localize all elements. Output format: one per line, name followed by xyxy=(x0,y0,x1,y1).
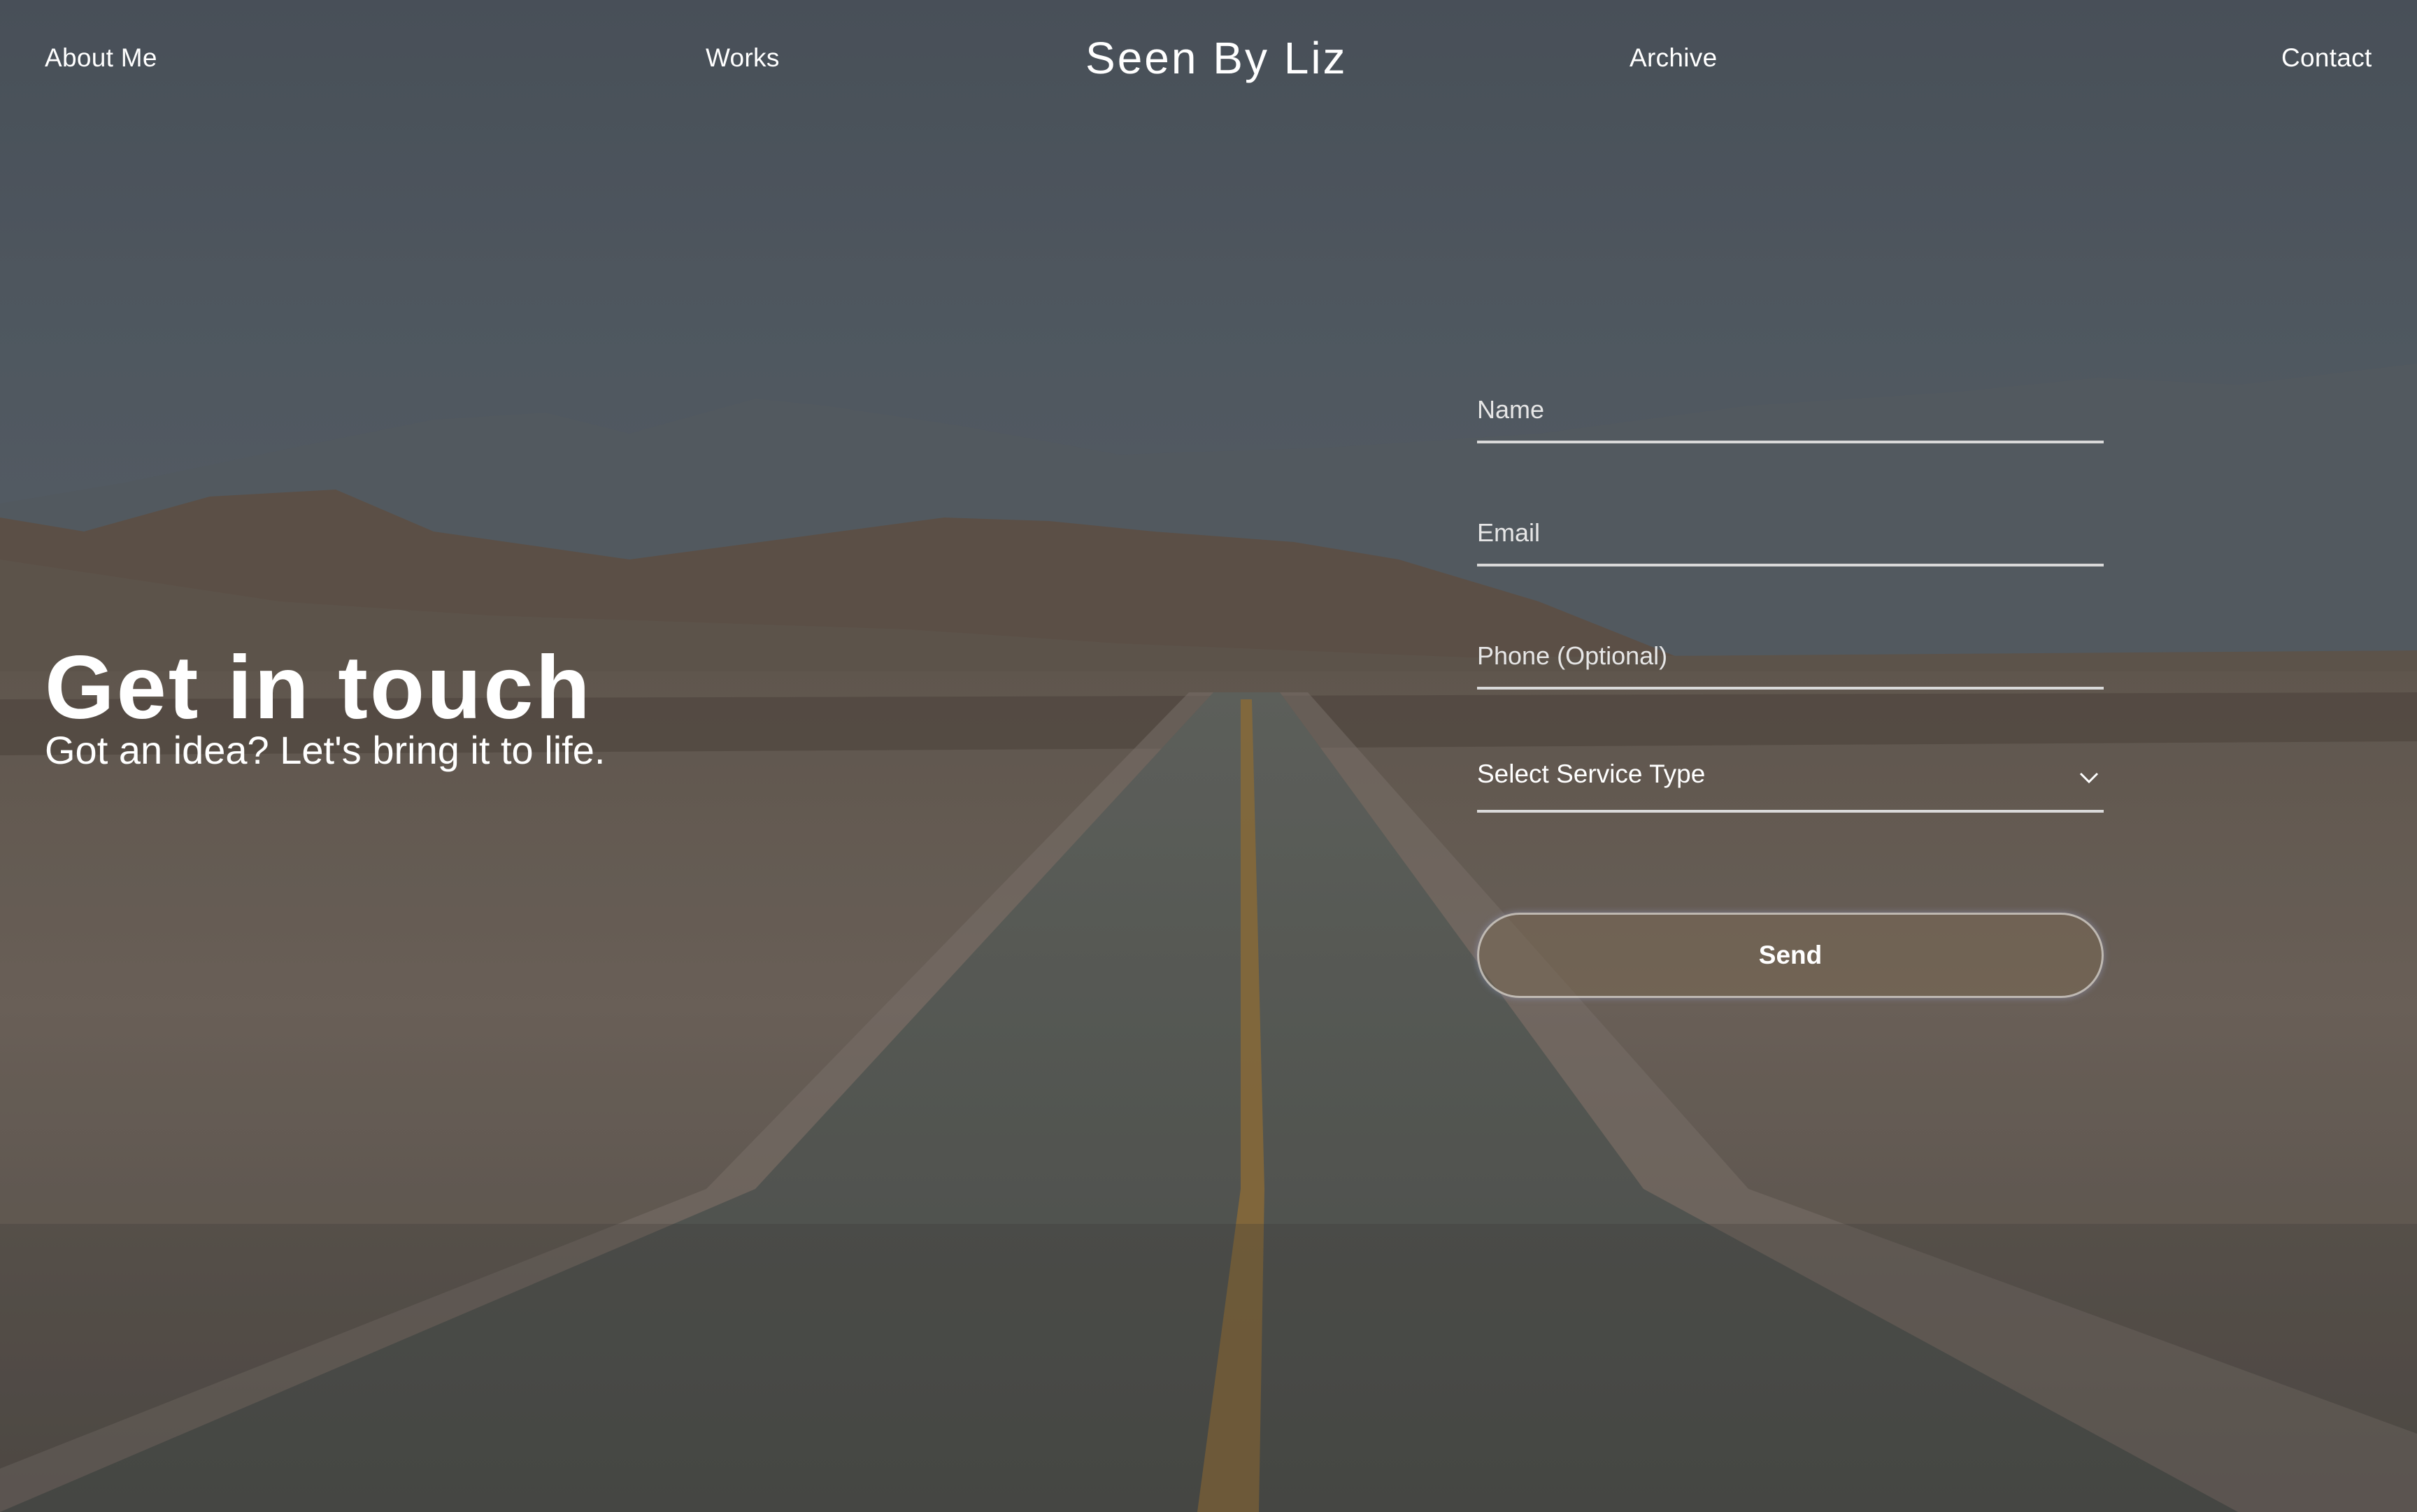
chevron-down-icon xyxy=(2079,772,2099,784)
phone-field-wrapper xyxy=(1477,617,2104,690)
nav-contact[interactable]: Contact xyxy=(2281,43,2372,73)
service-type-select[interactable]: Select Service Type xyxy=(1477,740,2104,813)
service-type-label: Select Service Type xyxy=(1477,759,1706,788)
email-field-wrapper xyxy=(1477,494,2104,566)
page-title: Get in touch xyxy=(45,638,592,738)
contact-page: About Me Works Seen By Liz Archive Conta… xyxy=(0,0,2417,1512)
send-button[interactable]: Send xyxy=(1477,913,2104,998)
contact-form: Select Service Type Send xyxy=(1477,371,2104,998)
nav-works[interactable]: Works xyxy=(706,43,780,73)
nav-about-me[interactable]: About Me xyxy=(45,43,157,73)
name-field[interactable] xyxy=(1477,389,2104,431)
site-brand[interactable]: Seen By Liz xyxy=(1085,32,1348,84)
nav-archive[interactable]: Archive xyxy=(1630,43,1717,73)
phone-field[interactable] xyxy=(1477,635,2104,677)
page-subtitle: Got an idea? Let's bring it to life. xyxy=(45,728,606,772)
name-field-wrapper xyxy=(1477,371,2104,443)
email-field[interactable] xyxy=(1477,512,2104,554)
